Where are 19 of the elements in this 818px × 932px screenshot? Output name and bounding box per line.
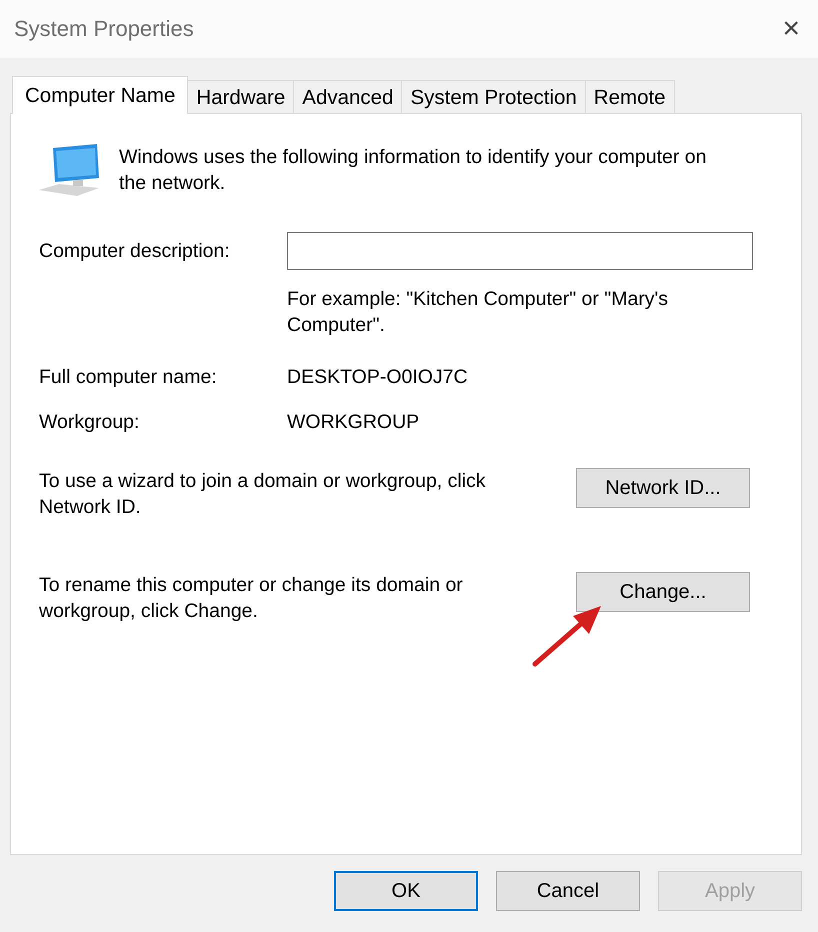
field-label: Computer description: xyxy=(39,240,231,262)
window-title: System Properties xyxy=(14,16,194,42)
computer-icon xyxy=(39,144,101,198)
field-label: Full computer name: xyxy=(39,366,218,389)
field-value: DESKTOP-O0IOJ7C xyxy=(287,366,469,389)
close-button[interactable]: × xyxy=(778,14,804,44)
hint-text: For example: "Kitchen Computer" or "Mary's Computer". xyxy=(287,287,670,338)
field-value: WORKGROUP xyxy=(287,411,420,434)
description-field[interactable] xyxy=(287,232,753,270)
tab[interactable]: Remote xyxy=(584,80,675,114)
instruction-text: To rename this computer or change its domain or workgroup, click Change. xyxy=(39,573,464,624)
instruction-text: To use a wizard to join a domain or workgroup, click Network ID. xyxy=(39,469,487,520)
dialog-button[interactable]: Cancel xyxy=(496,871,640,911)
tab[interactable]: Computer Name xyxy=(12,76,188,114)
intro-text: Windows uses the following information to identify your computer on the network. xyxy=(119,145,708,196)
field-label: Workgroup: xyxy=(39,411,140,434)
dialog-button[interactable]: OK xyxy=(334,871,478,911)
action-button[interactable]: Network ID... xyxy=(576,468,750,508)
action-button[interactable]: Change... xyxy=(576,572,750,612)
